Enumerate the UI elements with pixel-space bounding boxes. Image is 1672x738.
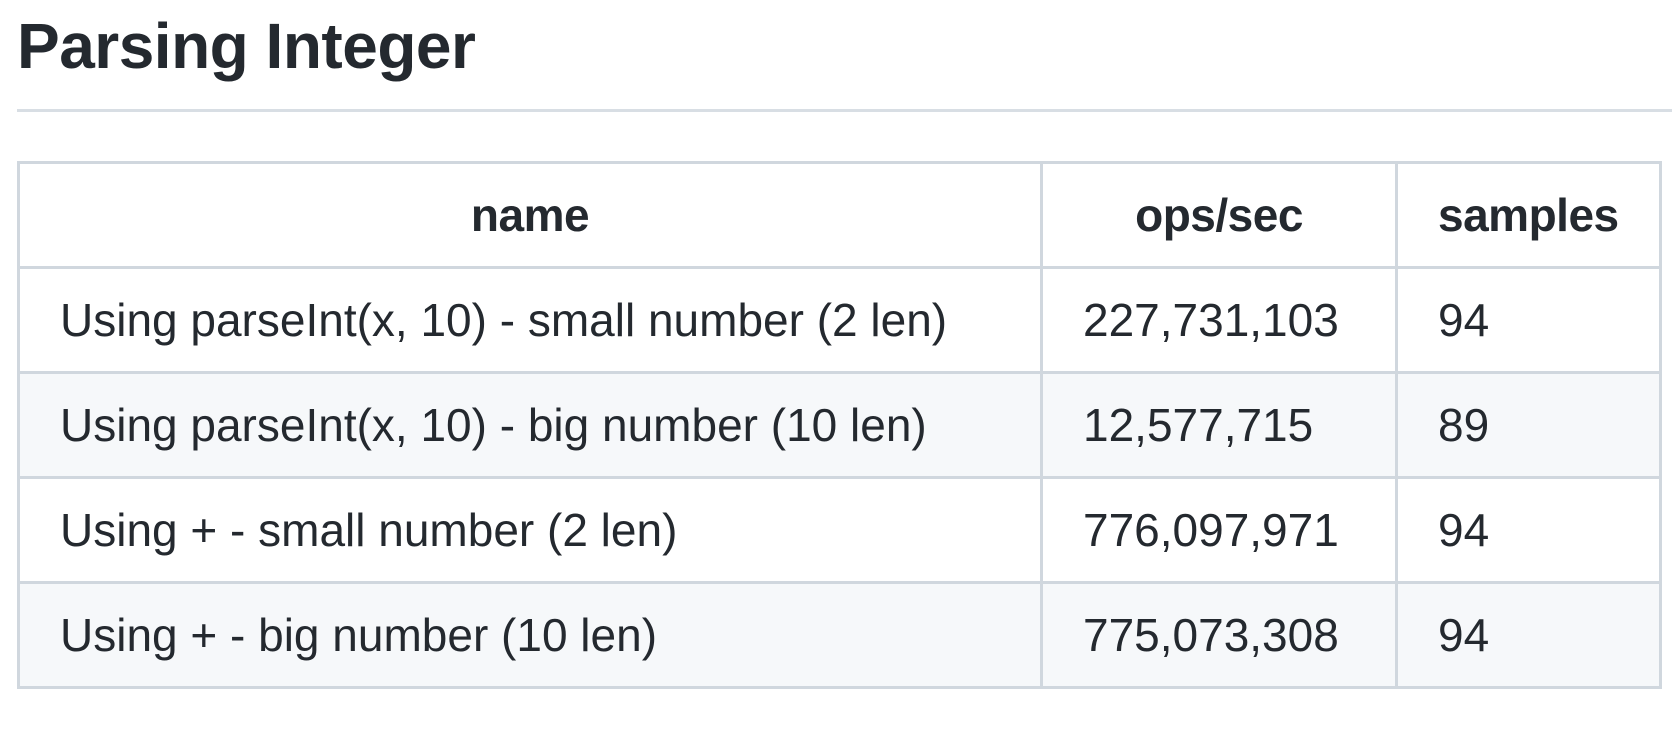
cell-samples: 94 [1395,266,1662,374]
cell-ops-per-sec: 776,097,971 [1040,476,1398,584]
header-row: name ops/sec samples [17,161,1662,269]
cell-name: Using + - big number (10 len) [17,581,1043,689]
cell-name: Using parseInt(x, 10) - big number (10 l… [17,371,1043,479]
column-header-samples: samples [1395,161,1662,269]
column-header-ops-per-sec: ops/sec [1040,161,1398,269]
cell-ops-per-sec: 12,577,715 [1040,371,1398,479]
cell-ops-per-sec: 227,731,103 [1040,266,1398,374]
table-row: Using parseInt(x, 10) - big number (10 l… [17,371,1662,479]
cell-samples: 89 [1395,371,1662,479]
cell-name: Using + - small number (2 len) [17,476,1043,584]
cell-name: Using parseInt(x, 10) - small number (2 … [17,266,1043,374]
table-row: Using parseInt(x, 10) - small number (2 … [17,266,1662,374]
column-header-name: name [17,161,1043,269]
cell-ops-per-sec: 775,073,308 [1040,581,1398,689]
table-row: Using + - big number (10 len) 775,073,30… [17,581,1662,689]
table-body: Using parseInt(x, 10) - small number (2 … [17,266,1662,689]
page-title: Parsing Integer [17,10,476,82]
cell-samples: 94 [1395,581,1662,689]
table-header: name ops/sec samples [17,161,1662,269]
cell-samples: 94 [1395,476,1662,584]
table-row: Using + - small number (2 len) 776,097,9… [17,476,1662,584]
benchmark-table: name ops/sec samples Using parseInt(x, 1… [17,161,1662,689]
title-divider [17,109,1672,112]
